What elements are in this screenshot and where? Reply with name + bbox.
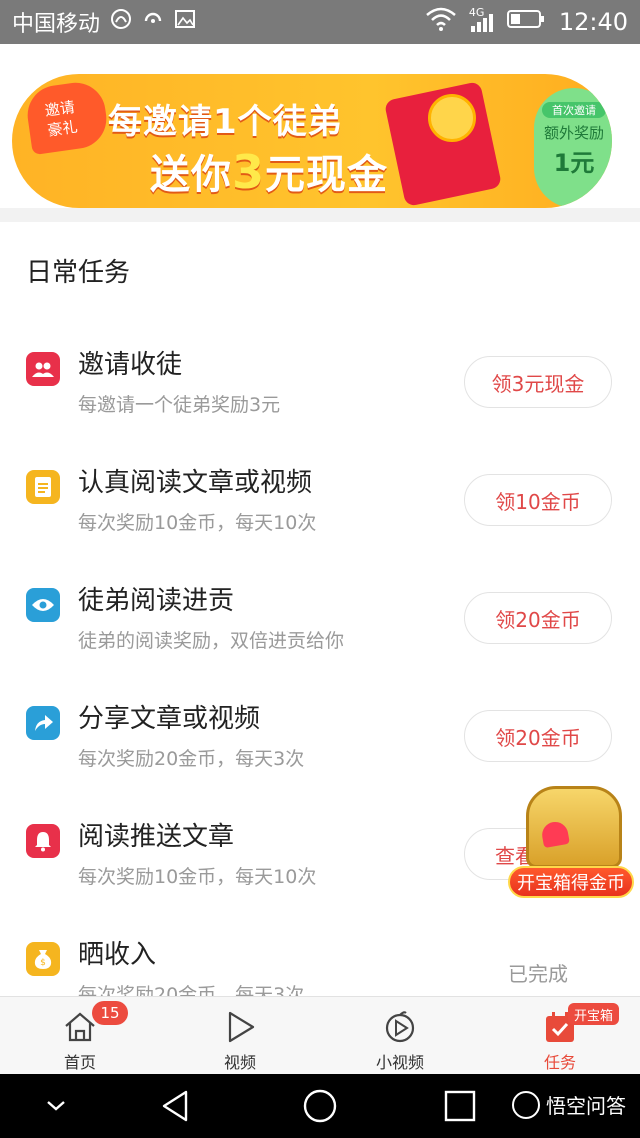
eye-icon <box>26 588 60 622</box>
bonus-line1: 额外奖励 <box>543 124 604 142</box>
back-icon[interactable] <box>156 1088 196 1124</box>
task-name: 分享文章或视频 <box>78 704 261 734</box>
system-nav-bar: 悟空问答 <box>0 1074 640 1138</box>
document-icon <box>26 470 60 504</box>
network-type: 4G <box>468 6 485 19</box>
banner-prefix: 送你 <box>150 152 232 198</box>
claim-cash-button[interactable]: 领3元现金 <box>464 356 612 408</box>
recent-apps-icon[interactable] <box>440 1088 480 1124</box>
task-name: 邀请收徒 <box>78 350 183 380</box>
banner-headline: 每邀请1个徒弟 <box>108 102 343 142</box>
bonus-amount: 1元 <box>553 149 595 177</box>
section-divider <box>0 208 640 222</box>
home-circle-icon[interactable] <box>300 1088 340 1124</box>
tab-label: 首页 <box>63 1053 96 1072</box>
watermark: 悟空问答 <box>512 1090 626 1119</box>
small-video-icon <box>385 1011 415 1043</box>
bottom-tab-bar: 15 首页 视频 小视频 开宝箱 任务 <box>0 996 640 1074</box>
invite-banner[interactable]: 邀请 豪礼 每邀请1个徒弟 送你3元现金 首次邀请 额外奖励 1元 <box>12 74 612 208</box>
svg-text:$: $ <box>40 958 46 968</box>
completed-status: 已完成 <box>508 961 568 986</box>
coin-icon <box>428 94 476 142</box>
task-name: 阅读推送文章 <box>78 822 235 852</box>
task-description: 每次奖励20金币，每天3次 <box>78 748 305 770</box>
treasure-chest-icon <box>526 786 622 868</box>
play-icon <box>228 1011 255 1043</box>
clock: 12:40 <box>558 8 628 36</box>
tab-small-video[interactable]: 小视频 <box>320 997 480 1075</box>
banner-subheadline: 送你3元现金 <box>150 142 388 200</box>
wifi-icon <box>425 7 457 37</box>
bonus-bubble: 首次邀请 额外奖励 1元 <box>534 88 612 208</box>
people-icon <box>26 352 60 386</box>
signal-icon: 4G <box>469 6 493 32</box>
claim-coins-button[interactable]: 领20金币 <box>464 592 612 644</box>
image-icon <box>174 8 196 36</box>
task-name: 徒弟阅读进贡 <box>78 586 235 616</box>
money-bag-icon: $ <box>26 942 60 976</box>
section-title: 日常任务 <box>26 258 131 288</box>
banner-amount: 3 <box>232 145 266 199</box>
tab-label: 任务 <box>543 1053 576 1072</box>
wukong-logo-icon <box>512 1090 540 1119</box>
task-description: 每次奖励10金币，每天10次 <box>78 512 317 534</box>
share-icon <box>26 706 60 740</box>
tab-video[interactable]: 视频 <box>160 997 320 1075</box>
task-name: 认真阅读文章或视频 <box>78 468 313 498</box>
tab-home[interactable]: 15 首页 <box>0 997 160 1075</box>
task-row[interactable]: 认真阅读文章或视频 每次奖励10金币，每天10次 领10金币 <box>0 444 640 554</box>
sync-icon <box>142 8 164 36</box>
notification-badge: 15 <box>92 1001 128 1025</box>
task-description: 每次奖励10金币，每天10次 <box>78 866 317 888</box>
claim-coins-button[interactable]: 领10金币 <box>464 474 612 526</box>
watermark-text: 悟空问答 <box>546 1094 626 1118</box>
treasure-chest-button[interactable]: 开宝箱得金币 <box>506 780 634 900</box>
invite-banner-area: 邀请 豪礼 每邀请1个徒弟 送你3元现金 首次邀请 额外奖励 1元 <box>0 44 640 222</box>
bell-icon <box>26 824 60 858</box>
tab-tasks[interactable]: 开宝箱 任务 <box>480 997 640 1075</box>
battery-icon <box>506 8 545 36</box>
task-row[interactable]: 邀请收徒 每邀请一个徒弟奖励3元 领3元现金 <box>0 326 640 436</box>
app-notification-icon <box>110 8 132 36</box>
treasure-badge: 开宝箱 <box>568 1003 620 1025</box>
treasure-label: 开宝箱得金币 <box>508 866 634 898</box>
task-row[interactable]: 分享文章或视频 每次奖励20金币，每天3次 领20金币 <box>0 680 640 790</box>
chevron-down-icon[interactable] <box>36 1088 76 1124</box>
task-name: 晒收入 <box>78 940 157 970</box>
bonus-tag: 首次邀请 <box>542 102 606 118</box>
carrier-name: 中国移动 <box>12 12 101 37</box>
tab-label: 视频 <box>223 1053 256 1072</box>
task-description: 徒弟的阅读奖励，双倍进贡给你 <box>78 630 345 652</box>
banner-suffix: 元现金 <box>265 152 389 198</box>
tab-label: 小视频 <box>375 1053 424 1072</box>
task-row[interactable]: 徒弟阅读进贡 徒弟的阅读奖励，双倍进贡给你 领20金币 <box>0 562 640 672</box>
status-bar: 中国移动 4G 12:40 <box>0 0 640 44</box>
task-description: 每邀请一个徒弟奖励3元 <box>78 394 281 416</box>
claim-coins-button[interactable]: 领20金币 <box>464 710 612 762</box>
invite-gift-badge: 邀请 豪礼 <box>23 78 111 156</box>
